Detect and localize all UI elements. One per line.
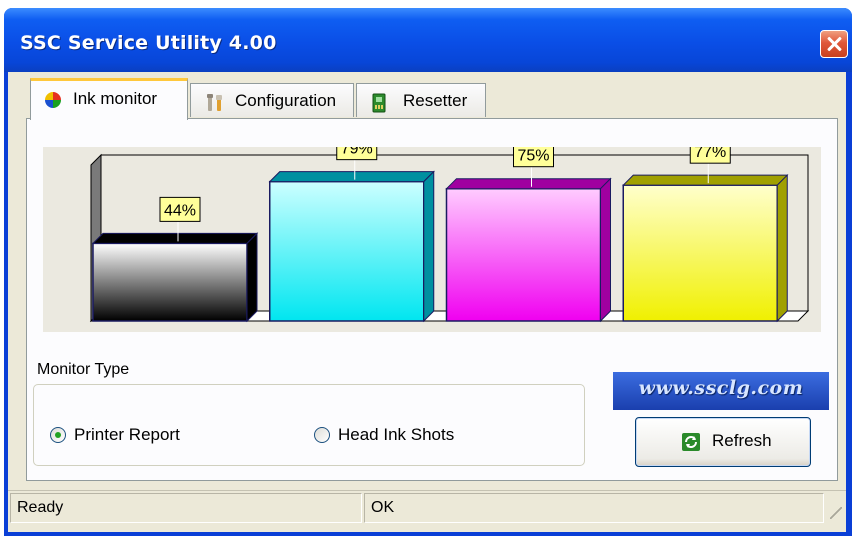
color-wheel-icon [45, 92, 61, 113]
ink-monitor-panel: 44% 79% 75% 77% Monitor Type Printer Report… [26, 118, 838, 481]
tab-ink-monitor[interactable]: Ink monitor [30, 78, 188, 120]
tools-icon [205, 93, 225, 118]
ink-bar-magenta [445, 187, 602, 322]
radio-label: Printer Report [74, 425, 180, 444]
status-pane-left: Ready [10, 493, 362, 523]
value-label: 75% [517, 148, 549, 165]
ink-bar-side-yellow [776, 173, 788, 323]
radio-circle [314, 427, 330, 443]
ink-bar-side-magenta [600, 177, 611, 323]
ink-bar-top-cyan [268, 171, 435, 183]
ink-bar-side-cyan [423, 170, 435, 323]
title-bar[interactable]: SSC Service Utility 4.00 [4, 8, 852, 72]
status-text: Ready [17, 499, 64, 516]
ink-chart-svg: 44% 79% 75% 77% [89, 135, 810, 323]
ink-bar-top-black [91, 232, 259, 244]
radio-label: Head Ink Shots [338, 425, 455, 444]
ink-bar-top-yellow [622, 174, 789, 186]
radio-circle [50, 427, 66, 443]
chip-icon [371, 93, 387, 118]
app-window: SSC Service Utility 4.00 Ink monitor Con… [4, 8, 852, 536]
ink-level-chart: 44% 79% 75% 77% [43, 135, 821, 332]
tab-configuration[interactable]: Configuration [190, 83, 354, 117]
ink-bar-black [92, 242, 248, 322]
ink-bar-yellow [622, 184, 778, 322]
ink-bar-cyan [269, 180, 425, 322]
radio-selected-dot [55, 432, 61, 438]
refresh-icon [682, 433, 700, 456]
monitor-type-label: Monitor Type [37, 361, 130, 378]
status-bar: Ready OK [8, 490, 846, 525]
tab-label: Ink monitor [73, 89, 158, 108]
refresh-label: Refresh [712, 431, 772, 450]
tab-label: Configuration [235, 91, 337, 110]
monitor-type-group: Printer Report Head Ink Shots [33, 384, 585, 466]
refresh-button[interactable]: Refresh [635, 417, 811, 467]
ssclg-logo: www.ssclg.com [613, 372, 829, 410]
client-area: Ink monitor Configuration Resetter 44% 7… [8, 72, 846, 532]
resize-grip[interactable] [830, 507, 842, 519]
value-label: 44% [164, 202, 196, 219]
status-text: OK [371, 499, 395, 516]
tab-label: Resetter [403, 91, 468, 110]
value-label: 77% [694, 147, 726, 161]
logo-text: www.ssclg.com [638, 377, 804, 399]
value-label: 79% [341, 147, 373, 158]
tab-resetter[interactable]: Resetter [356, 83, 486, 117]
ink-bar-top-magenta [445, 178, 612, 190]
status-pane-right: OK [364, 493, 824, 523]
window-title: SSC Service Utility 4.00 [20, 32, 277, 54]
ink-bar-side-black [246, 232, 258, 323]
close-button[interactable] [820, 30, 848, 58]
